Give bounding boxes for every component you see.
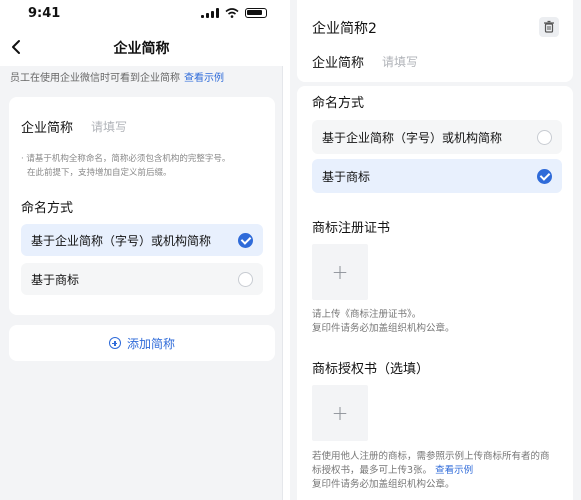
name-label: 企业简称 [21, 121, 74, 136]
left-screen: 9:41 企业简称 员工在使用企业微信时可看到企业简称 查看示例 企业简称 请填… [0, 0, 283, 500]
auth-note-line-1: 若使用他人注册的商标，需参照示例上传商标所有者的商 [312, 451, 550, 462]
view-example-link[interactable]: 查看示例 [435, 465, 473, 476]
name-row: 企业简称 请填写 [21, 117, 127, 136]
plus-icon: + [331, 260, 349, 284]
battery-icon [245, 8, 267, 18]
naming-card: 命名方式 基于企业简称（字号）或机构简称 基于商标 商标注册证书 + 请上传《商… [297, 86, 573, 500]
auth-upload-button[interactable]: + [312, 385, 368, 441]
radio-icon [238, 271, 253, 287]
option-short-name[interactable]: 基于企业简称（字号）或机构简称 [21, 224, 263, 256]
wifi-icon [225, 8, 239, 18]
nav-bar: 企业简称 [0, 28, 283, 66]
page-title: 企业简称 [113, 41, 170, 57]
name-card-2: 企业简称2 企业简称 请填写 [297, 0, 573, 82]
auth-note: 若使用他人注册的商标，需参照示例上传商标所有者的商 标授权书，最多可上传3张。 … [312, 450, 568, 492]
name-label: 企业简称 [312, 56, 365, 71]
radio-icon [537, 129, 552, 145]
cert-note: 请上传《商标注册证书》。 复印件请务必加盖组织机构公章。 [312, 308, 568, 336]
naming-label: 命名方式 [21, 201, 74, 216]
view-example-link[interactable]: 查看示例 [184, 73, 224, 84]
plus-icon: + [331, 401, 349, 425]
signal-icon [201, 8, 219, 18]
cert-label: 商标注册证书 [312, 221, 391, 236]
checked-icon [537, 168, 552, 184]
add-circle-icon [108, 337, 121, 349]
auth-label: 商标授权书（选填） [312, 362, 430, 377]
option-label: 基于企业简称（字号）或机构简称 [31, 233, 212, 248]
status-bar: 9:41 [0, 0, 283, 28]
auth-note-text: 标授权书，最多可上传3张。 [312, 465, 433, 476]
auth-note-line-2: 标授权书，最多可上传3张。 查看示例 [312, 464, 568, 478]
option-label: 基于企业简称（字号）或机构简称 [322, 130, 503, 145]
option-label: 基于商标 [322, 169, 371, 184]
option-short-name[interactable]: 基于企业简称（字号）或机构简称 [312, 120, 562, 154]
screenshot-root: 9:41 企业简称 员工在使用企业微信时可看到企业简称 查看示例 企业简称 请填… [0, 0, 581, 500]
cert-note-line-1: 请上传《商标注册证书》。 [312, 309, 422, 320]
name-note: · 请基于机构全称命名，简称必须包含机构的完整字号。 在此前提下，支持增加自定义… [21, 152, 269, 180]
add-label: 添加简称 [126, 336, 175, 351]
name-card: 企业简称 请填写 · 请基于机构全称命名，简称必须包含机构的完整字号。 在此前提… [9, 97, 275, 315]
naming-label: 命名方式 [312, 96, 365, 111]
cert-upload-button[interactable]: + [312, 244, 368, 300]
option-trademark[interactable]: 基于商标 [21, 263, 263, 295]
note-line-2: 在此前提下，支持增加自定义前后缀。 [27, 168, 172, 178]
hint-text: 员工在使用企业微信时可看到企业简称 查看示例 [10, 69, 224, 84]
add-short-name-button[interactable]: 添加简称 [9, 325, 275, 361]
status-time: 9:41 [28, 6, 61, 21]
checked-icon [238, 232, 253, 248]
option-trademark[interactable]: 基于商标 [312, 159, 562, 193]
name-input[interactable]: 请填写 [91, 118, 127, 135]
hint-label: 员工在使用企业微信时可看到企业简称 [10, 73, 180, 84]
cert-note-line-2: 复印件请务必加盖组织机构公章。 [312, 323, 455, 334]
right-screen: 企业简称2 企业简称 请填写 命名方式 基于企业简称（字号）或机构简称 基于商标 [290, 0, 581, 500]
note-line-1: · 请基于机构全称命名，简称必须包含机构的完整字号。 [21, 154, 231, 164]
option-label: 基于商标 [31, 272, 80, 287]
status-icons [201, 8, 267, 18]
card-title: 企业简称2 [312, 21, 377, 37]
name-input[interactable]: 请填写 [382, 53, 418, 70]
auth-note-line-3: 复印件请务必加盖组织机构公章。 [312, 479, 455, 490]
name-row: 企业简称 请填写 [312, 52, 418, 71]
trash-icon[interactable] [539, 17, 559, 37]
